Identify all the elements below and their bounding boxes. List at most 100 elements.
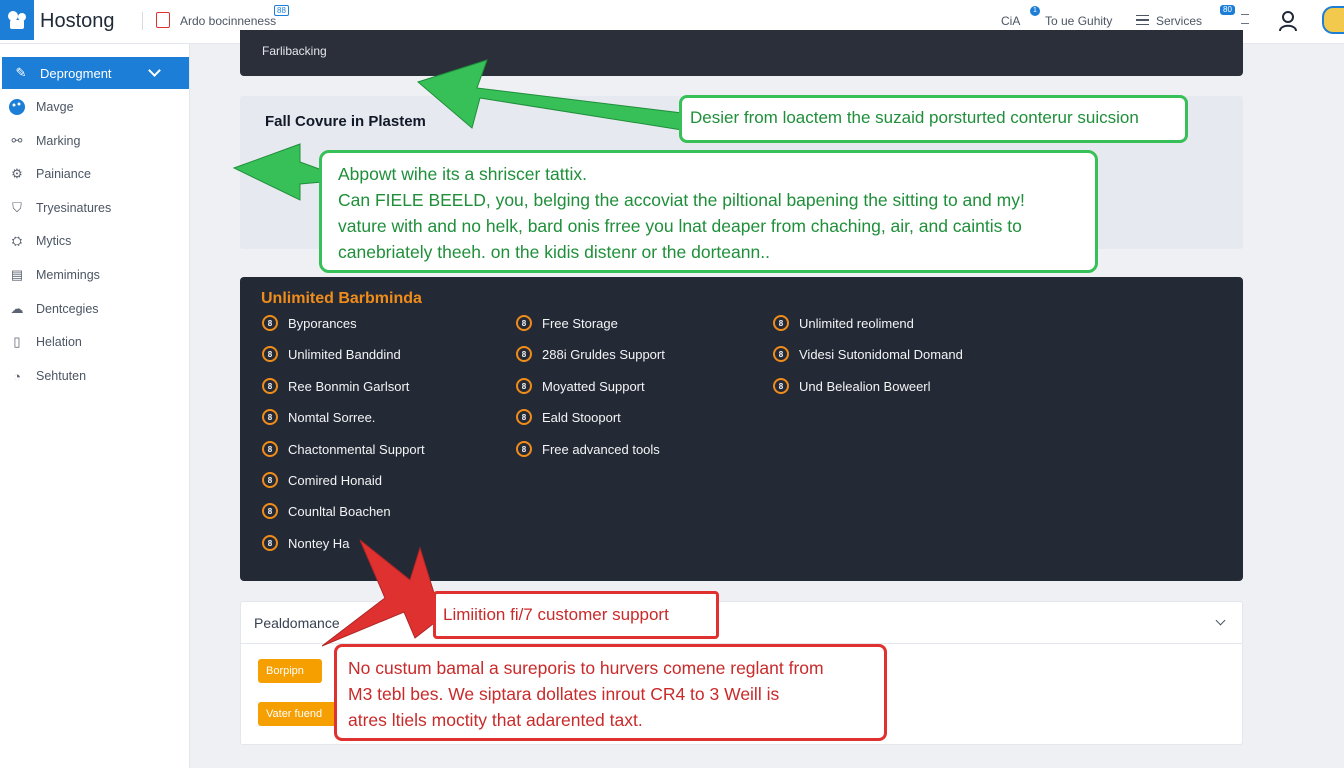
feature-item: 8 Chactonmental Support (262, 439, 425, 459)
button-label: Borpipn (266, 665, 304, 677)
sidebar-item-helation[interactable]: ▯ Helation (8, 330, 82, 354)
sidebar-item-painiance[interactable]: ⚙ Painiance (8, 162, 91, 186)
top-panel-label: Farlibacking (262, 44, 327, 58)
feature-label: Nontey Ha (288, 535, 350, 551)
sidebar-item-marking[interactable]: ⚯ Marking (8, 129, 81, 153)
feature-bullet-icon: 8 (773, 315, 789, 331)
sidebar: ✎ Deprogment Mavge ⚯ Marking ⚙ Painiance… (0, 44, 190, 768)
feature-bullet-icon: 8 (516, 346, 532, 362)
feature-item: 8 Unlimited Banddind (262, 344, 401, 364)
sidebar-item-label: Dentcegies (36, 302, 99, 316)
feature-label: Eald Stooport (542, 409, 621, 425)
feature-item: 8 Ree Bonmin Garlsort (262, 376, 409, 396)
feature-bullet-icon: 8 (516, 441, 532, 457)
logo-icon[interactable] (0, 0, 34, 40)
callout-red-top: Limiition ﬁ/7 customer support (433, 591, 719, 639)
feature-bullet-icon: 8 (262, 535, 278, 551)
callout-line: atres ltiels moctity that adarented taxt… (348, 710, 643, 730)
handshake-icon: ⚯ (11, 133, 23, 148)
features-panel: Unlimited Barbminda (240, 277, 1243, 581)
feature-bullet-icon: 8 (516, 409, 532, 425)
feature-bullet-icon: 8 (262, 503, 278, 519)
nav-link-quality[interactable]: To ue Guhity (1045, 14, 1112, 28)
sidebar-item-sehtuten[interactable]: ◔ Sehtuten (8, 364, 86, 388)
feature-label: Nomtal Sorree. (288, 409, 376, 425)
puzzle-icon (8, 11, 26, 29)
callout-line: Can FIELE BEELD, you, belging the accovi… (338, 190, 1025, 210)
sidebar-item-label: Helation (36, 335, 82, 349)
sidebar-item-label: Sehtuten (36, 369, 87, 383)
feature-item: 8 288i Gruldes Support (516, 344, 665, 364)
brand-name[interactable]: Hostong (40, 10, 115, 33)
feature-label: Free advanced tools (542, 441, 660, 457)
chevron-down-icon (148, 64, 161, 77)
feature-item: 8 Free Storage (516, 313, 618, 333)
user-icon[interactable] (1278, 10, 1298, 32)
status-badge: 80 (1220, 5, 1235, 15)
orange-button-secondary[interactable]: Vater fuend (258, 702, 338, 726)
sidebar-item-label: Deprogment (40, 65, 112, 81)
sidebar-item-mavge[interactable]: Mavge (8, 95, 74, 119)
feature-bullet-icon: 8 (773, 378, 789, 394)
nav-link-cia[interactable]: CiA (1001, 14, 1020, 28)
document-icon[interactable] (156, 12, 170, 28)
sidebar-item-label: Mavge (36, 100, 74, 114)
feature-item: 8 Comired Honaid (262, 470, 382, 490)
divider (142, 12, 143, 30)
cloud-icon: ☁ (10, 301, 24, 316)
palette-icon (8, 98, 26, 116)
feature-label: Unlimited reolimend (799, 315, 914, 331)
search-text[interactable]: Ardo bocinneness (180, 14, 276, 28)
feature-item: 8 Moyatted Support (516, 376, 645, 396)
sidebar-item-mytics[interactable]: ⛭ Mytics (8, 229, 72, 253)
feature-bullet-icon: 8 (262, 441, 278, 457)
feature-label: Unlimited Banddind (288, 346, 401, 362)
sidebar-item-dentcegies[interactable]: ☁ Dentcegies (8, 297, 99, 321)
document-icon: ▤ (10, 267, 24, 282)
menu-icon[interactable] (1136, 15, 1149, 25)
list-icon[interactable] (1241, 14, 1249, 24)
feature-bullet-icon: 8 (262, 472, 278, 488)
clock-icon: ◔ (13, 368, 21, 384)
sidebar-item-label: Marking (36, 134, 81, 148)
feature-label: Counltal Boachen (288, 503, 391, 519)
sidebar-item-memimings[interactable]: ▤ Memimings (8, 263, 100, 287)
feature-bullet-icon: 8 (516, 378, 532, 394)
feature-item: 8 Nomtal Sorree. (262, 407, 375, 427)
sidebar-item-label: Tryesinatures (36, 201, 112, 215)
feature-bullet-icon: 8 (262, 346, 278, 362)
orange-button-primary[interactable]: Borpipn (258, 659, 322, 683)
shield-icon: ⛉ (12, 200, 22, 215)
callout-line: No custum bamal a sureporis to hurvers c… (348, 658, 824, 678)
info-panel-heading: Fall Covure in Plastem (265, 113, 426, 130)
feature-label: 288i Gruldes Support (542, 346, 665, 362)
feature-item: 8 Unlimited reolimend (773, 313, 914, 333)
avatar[interactable] (1322, 6, 1344, 34)
file-icon: ▯ (13, 334, 21, 349)
nav-link-services[interactable]: Services (1156, 14, 1202, 28)
button-label: Vater fuend (266, 708, 323, 720)
feature-item: 8 Und Belealion Boweerl (773, 376, 931, 396)
sidebar-item-tryesinatures[interactable]: ⛉ Tryesinatures (8, 196, 111, 220)
callout-line: Abpowt wihe its a shriscer tattix. (338, 164, 587, 184)
sidebar-item-label: Mytics (36, 234, 72, 248)
feature-item: 8 Eald Stooport (516, 407, 621, 427)
feature-label: Free Storage (542, 315, 618, 331)
callout-red-description: No custum bamal a sureporis to hurvers c… (334, 644, 887, 741)
sidebar-item-deployment[interactable]: ✎ Deprogment (2, 57, 189, 89)
notification-badge: 1 (1030, 6, 1040, 16)
callout-line: canebriately theeh. on the kidis distenr… (338, 242, 770, 262)
pencil-icon: ✎ (15, 65, 27, 80)
chevron-down-icon[interactable] (1215, 615, 1226, 626)
feature-label: Moyatted Support (542, 378, 645, 394)
feature-label: Comired Honaid (288, 472, 382, 488)
feature-item: 8 Videsi Sutonidomal Domand (773, 344, 963, 364)
accordion-header[interactable]: Pealdomance (241, 602, 1242, 644)
sidebar-item-label: Memimings (36, 268, 100, 282)
feature-item: 8 Counltal Boachen (262, 501, 391, 521)
features-title: Unlimited Barbminda (261, 290, 422, 307)
search-badge: 88 (274, 5, 289, 16)
feature-item: 8 Free advanced tools (516, 439, 660, 459)
feature-item: 8 Byporances (262, 313, 357, 333)
feature-label: Und Belealion Boweerl (799, 378, 931, 394)
